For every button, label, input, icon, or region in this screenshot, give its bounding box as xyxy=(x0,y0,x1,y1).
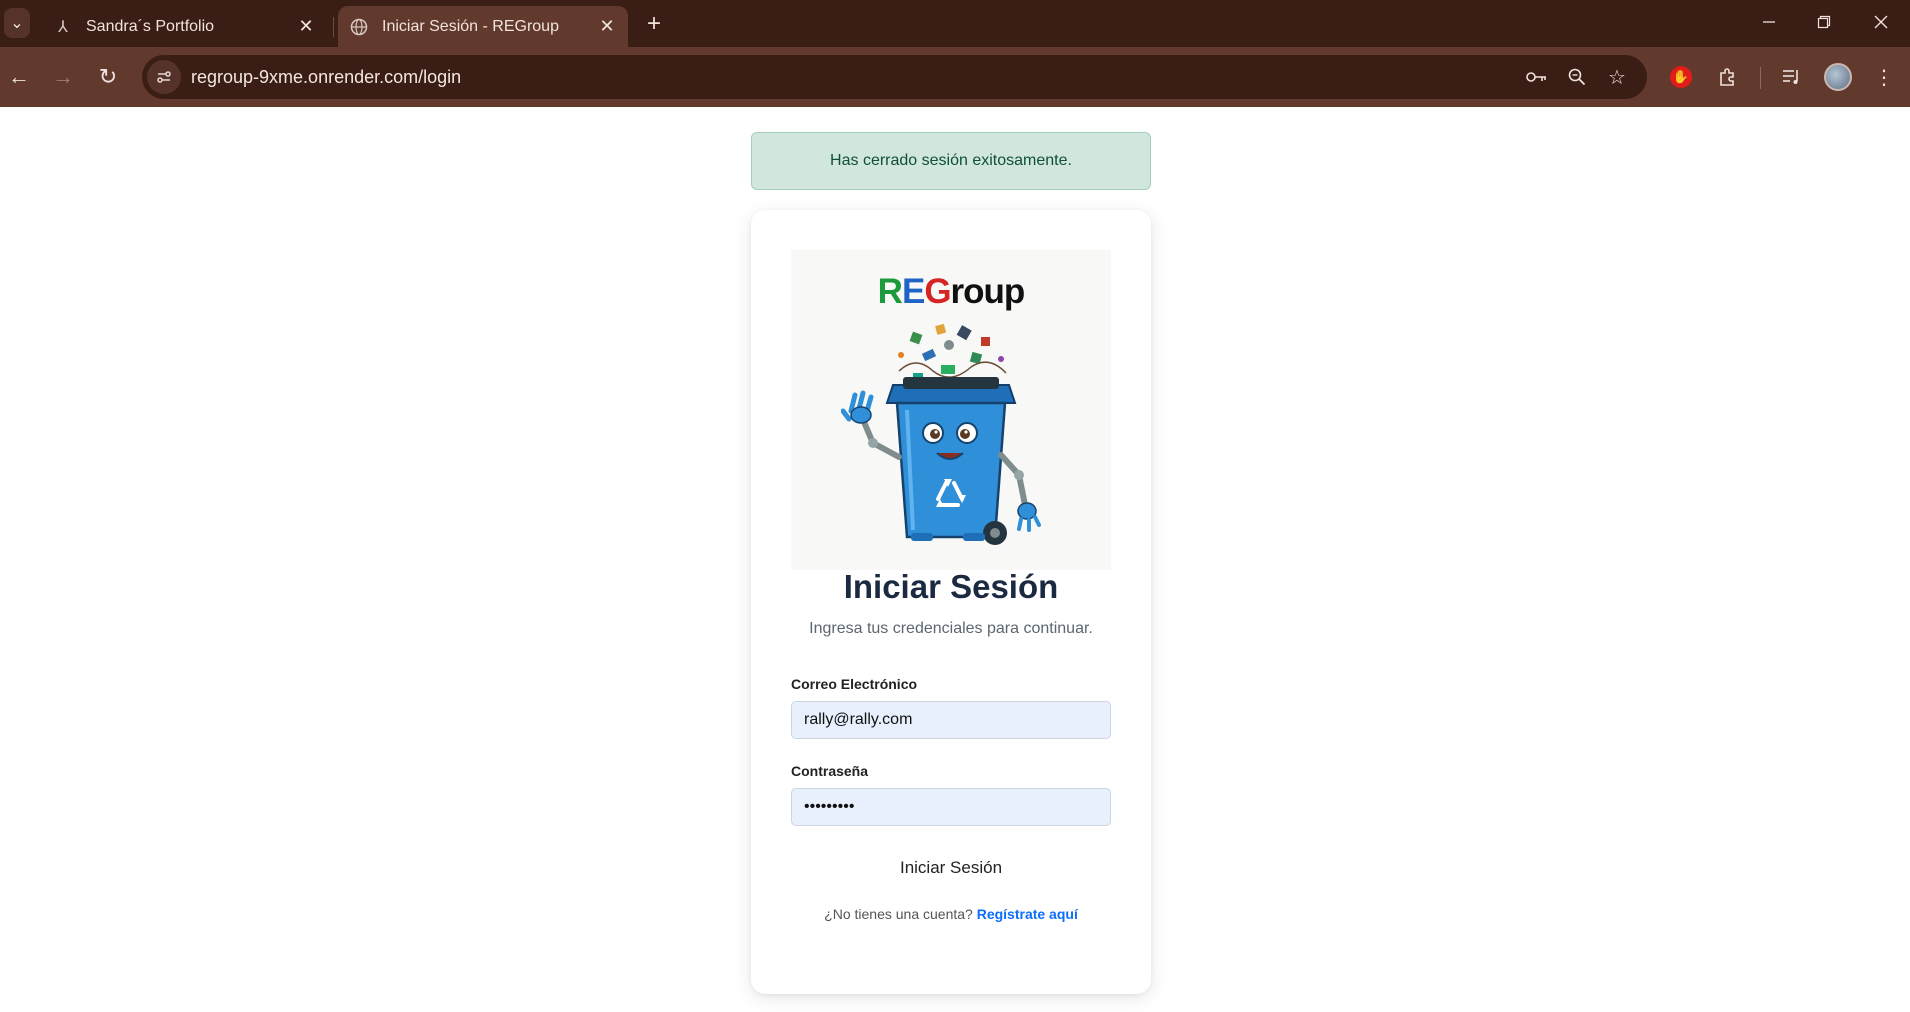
minimize-icon xyxy=(1763,21,1775,23)
regroup-logo: REGroup xyxy=(791,250,1111,570)
avatar xyxy=(1824,63,1852,91)
recycle-bin-mascot-icon xyxy=(841,323,1041,545)
media-control-button[interactable] xyxy=(1774,59,1810,95)
more-vertical-icon: ⋮ xyxy=(1874,66,1894,89)
forward-button[interactable]: → xyxy=(45,59,81,95)
minimize-button[interactable] xyxy=(1740,0,1798,44)
password-label: Contraseña xyxy=(791,763,869,779)
page-subtitle: Ingresa tus credenciales para continuar. xyxy=(809,620,1093,637)
arrow-right-icon: → xyxy=(52,64,74,89)
email-label: Correo Electrónico xyxy=(791,676,918,692)
key-icon[interactable] xyxy=(1517,59,1557,95)
password-field[interactable] xyxy=(791,788,1111,826)
menu-button[interactable]: ⋮ xyxy=(1866,59,1902,95)
profile-button[interactable] xyxy=(1820,59,1856,95)
toolbar-divider xyxy=(1760,67,1761,89)
page-title: Iniciar Sesión xyxy=(843,568,1059,605)
arrow-left-icon: ← xyxy=(8,64,30,89)
tab-portfolio[interactable]: ⅄ Sandra´s Portfolio ✕ xyxy=(42,6,327,47)
register-prompt: ¿No tienes una cuenta? Regístrate aquí xyxy=(751,906,1151,922)
restore-button[interactable] xyxy=(1795,0,1853,44)
tab-strip: ⌄ ⅄ Sandra´s Portfolio ✕ Iniciar Sesión … xyxy=(0,0,1910,47)
tab-search-button[interactable]: ⌄ xyxy=(4,8,30,38)
browser-toolbar: ← → ↻ regroup-9xme.onrender.com/login ☆ … xyxy=(0,47,1910,107)
close-icon[interactable]: ✕ xyxy=(293,14,319,40)
login-button[interactable]: Iniciar Sesión xyxy=(791,850,1111,886)
site-info-icon[interactable] xyxy=(147,60,181,94)
email-field[interactable] xyxy=(791,701,1111,739)
reload-icon: ↻ xyxy=(98,64,118,89)
tab-divider xyxy=(333,17,334,37)
extensions-button[interactable] xyxy=(1709,59,1745,95)
new-tab-button[interactable]: + xyxy=(640,10,668,38)
brand-wordmark: REGroup xyxy=(877,272,1026,311)
register-text: ¿No tienes una cuenta? xyxy=(824,906,973,922)
address-bar[interactable]: regroup-9xme.onrender.com/login ☆ xyxy=(142,55,1647,99)
puzzle-icon xyxy=(1720,68,1734,86)
globe-icon xyxy=(350,18,368,36)
portfolio-icon: ⅄ xyxy=(58,18,68,36)
tab-title: Iniciar Sesión - REGroup xyxy=(382,17,559,35)
reload-button[interactable]: ↻ xyxy=(90,59,126,95)
zoom-icon[interactable] xyxy=(1557,59,1597,95)
tab-login[interactable]: Iniciar Sesión - REGroup ✕ xyxy=(338,6,628,47)
window-close-button[interactable] xyxy=(1852,0,1910,44)
bookmark-star-icon[interactable]: ☆ xyxy=(1597,59,1637,95)
browser-chrome: ⌄ ⅄ Sandra´s Portfolio ✕ Iniciar Sesión … xyxy=(0,0,1910,107)
register-link[interactable]: Regístrate aquí xyxy=(977,906,1078,922)
chevron-down-icon: ⌄ xyxy=(10,15,24,32)
playlist-icon xyxy=(1783,70,1798,84)
close-icon xyxy=(1874,15,1888,29)
login-card: REGroup Iniciar Sesión Ingresa tus crede… xyxy=(751,210,1151,994)
url-text: regroup-9xme.onrender.com/login xyxy=(191,66,462,87)
restore-icon xyxy=(1817,15,1831,29)
hand-stop-icon: ✋ xyxy=(1670,66,1692,88)
close-icon[interactable]: ✕ xyxy=(594,14,620,40)
logout-success-alert: Has cerrado sesión exitosamente. xyxy=(751,132,1151,190)
adblock-extension-button[interactable]: ✋ xyxy=(1663,59,1699,95)
back-button[interactable]: ← xyxy=(1,59,37,95)
tab-title: Sandra´s Portfolio xyxy=(86,17,215,35)
